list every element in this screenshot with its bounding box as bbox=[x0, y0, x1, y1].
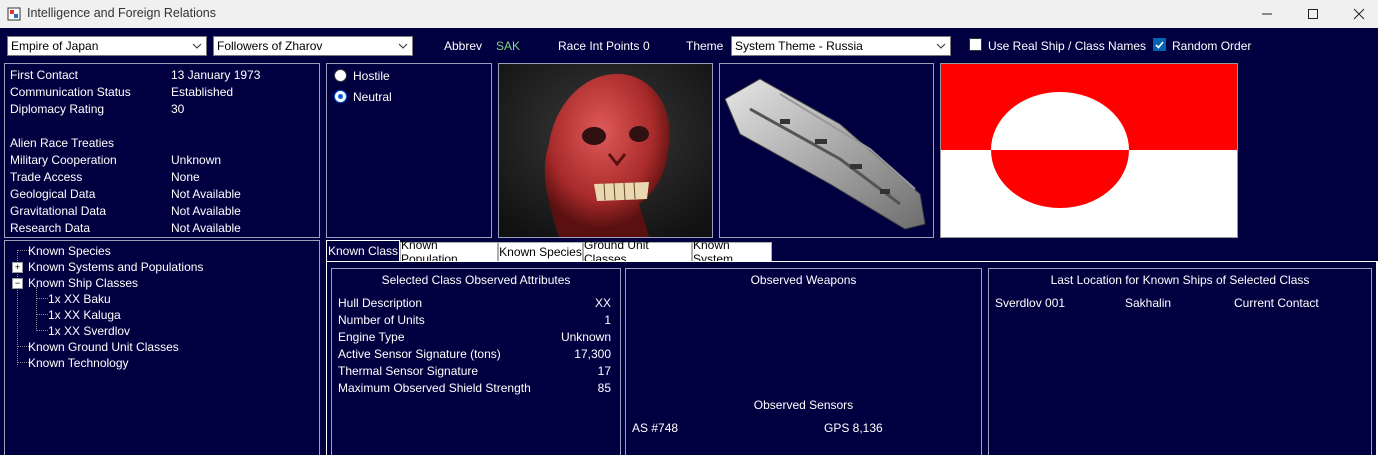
shield-strength-value: 85 bbox=[597, 381, 611, 395]
research-data-label: Research Data bbox=[10, 221, 91, 235]
theme-label: Theme bbox=[686, 39, 724, 53]
diplomacy-rating-value: 30 bbox=[171, 102, 185, 116]
thermal-sensor-signature-value: 17 bbox=[597, 364, 611, 378]
collapse-icon[interactable]: − bbox=[12, 278, 23, 289]
class-attributes-panel: Selected Class Observed Attributes Hull … bbox=[331, 268, 621, 455]
observed-weapons-title: Observed Weapons bbox=[750, 273, 857, 287]
treaties-header: Alien Race Treaties bbox=[10, 136, 115, 150]
tab-known-system[interactable]: Known System bbox=[692, 238, 772, 266]
gravitational-data-label: Gravitational Data bbox=[10, 204, 107, 218]
diplomacy-rating-label: Diplomacy Rating bbox=[10, 102, 105, 116]
race-flag[interactable] bbox=[940, 63, 1238, 238]
flag-image bbox=[941, 64, 1237, 237]
tab-known-class[interactable]: Known Class bbox=[326, 240, 400, 262]
empire-select-value: Empire of Japan bbox=[11, 39, 99, 53]
theme-select-value: System Theme - Russia bbox=[735, 39, 863, 53]
first-contact-label: First Contact bbox=[10, 68, 79, 82]
theme-select[interactable]: System Theme - Russia bbox=[731, 36, 951, 56]
hull-description-label: Hull Description bbox=[338, 296, 423, 310]
maximize-icon bbox=[1308, 9, 1318, 19]
toolbar: Empire of Japan Followers of Zharov Abbr… bbox=[0, 28, 1378, 60]
stance-panel: Hostile Neutral bbox=[326, 63, 492, 238]
minimize-icon bbox=[1262, 13, 1272, 15]
title-bar: Intelligence and Foreign Relations bbox=[0, 0, 1378, 28]
communication-status-value: Established bbox=[171, 85, 234, 99]
window-title: Intelligence and Foreign Relations bbox=[27, 6, 217, 20]
military-cooperation-label: Military Cooperation bbox=[10, 153, 117, 167]
hostile-label: Hostile bbox=[353, 69, 390, 83]
tree-ship-class-sverdlov[interactable]: 1x XX Sverdlov bbox=[48, 324, 130, 338]
race-int-points-label: Race Int Points bbox=[558, 39, 640, 53]
tree-known-species[interactable]: Known Species bbox=[28, 244, 111, 258]
thermal-sensor-signature-label: Thermal Sensor Signature bbox=[338, 364, 479, 378]
communication-status-label: Communication Status bbox=[10, 85, 131, 99]
tree-known-technology[interactable]: Known Technology bbox=[28, 356, 129, 370]
tree-known-ground-units[interactable]: Known Ground Unit Classes bbox=[28, 340, 179, 354]
race-portrait[interactable] bbox=[498, 63, 713, 238]
neutral-radio[interactable] bbox=[334, 90, 347, 103]
chevron-down-icon bbox=[394, 37, 412, 55]
tab-known-population[interactable]: Known Population bbox=[400, 238, 498, 266]
location-system[interactable]: Sakhalin bbox=[1125, 296, 1171, 310]
tree-known-ship-classes[interactable]: Known Ship Classes bbox=[28, 276, 138, 290]
observed-sensors-title: Observed Sensors bbox=[753, 398, 854, 412]
last-location-panel: Last Location for Known Ships of Selecte… bbox=[988, 268, 1372, 455]
abbrev-value[interactable]: SAK bbox=[496, 39, 520, 53]
abbrev-label: Abbrev bbox=[444, 39, 483, 53]
tree-ship-class-baku[interactable]: 1x XX Baku bbox=[48, 292, 111, 306]
use-real-names-label: Use Real Ship / Class Names bbox=[988, 39, 1147, 53]
active-sensor-signature-label: Active Sensor Signature (tons) bbox=[338, 347, 501, 361]
hostile-radio[interactable] bbox=[334, 69, 347, 82]
location-ship-name[interactable]: Sverdlov 001 bbox=[995, 296, 1065, 310]
maximize-button[interactable] bbox=[1290, 0, 1336, 28]
alien-race-select-value: Followers of Zharov bbox=[217, 39, 323, 53]
tab-ground-unit-classes[interactable]: Ground Unit Classes bbox=[583, 238, 692, 266]
use-real-names-checkbox[interactable] bbox=[969, 38, 982, 51]
engine-type-value: Unknown bbox=[560, 330, 611, 344]
empire-select[interactable]: Empire of Japan bbox=[7, 36, 207, 56]
starship-image bbox=[724, 78, 926, 230]
geological-data-label: Geological Data bbox=[10, 187, 96, 201]
class-attributes-title: Selected Class Observed Attributes bbox=[381, 273, 571, 287]
geological-data-value: Not Available bbox=[171, 187, 241, 201]
last-location-title: Last Location for Known Ships of Selecte… bbox=[1050, 273, 1310, 287]
race-int-points-value: 0 bbox=[643, 39, 650, 53]
close-icon bbox=[1353, 8, 1365, 20]
number-of-units-label: Number of Units bbox=[338, 313, 425, 327]
number-of-units-value: 1 bbox=[604, 313, 611, 327]
checkmark-icon bbox=[1155, 41, 1164, 49]
location-status[interactable]: Current Contact bbox=[1234, 296, 1319, 310]
random-order-checkbox[interactable] bbox=[1153, 38, 1166, 51]
tree-known-systems[interactable]: Known Systems and Populations bbox=[28, 260, 203, 274]
ship-image[interactable] bbox=[719, 63, 934, 238]
neutral-label: Neutral bbox=[353, 90, 392, 104]
chevron-down-icon bbox=[188, 37, 206, 55]
tree-ship-class-kaluga[interactable]: 1x XX Kaluga bbox=[48, 308, 121, 322]
trade-access-value: None bbox=[171, 170, 200, 184]
active-sensor-signature-value: 17,300 bbox=[574, 347, 611, 361]
sensor-item: GPS 8,136 bbox=[824, 421, 883, 435]
trade-access-label: Trade Access bbox=[10, 170, 83, 184]
sensor-item: AS #748 bbox=[632, 421, 679, 435]
research-data-value: Not Available bbox=[171, 221, 241, 235]
shield-strength-label: Maximum Observed Shield Strength bbox=[338, 381, 531, 395]
chevron-down-icon bbox=[932, 37, 950, 55]
first-contact-value: 13 January 1973 bbox=[171, 68, 261, 82]
engine-type-label: Engine Type bbox=[338, 330, 405, 344]
weapons-panel: Observed Weapons Observed Sensors AS #74… bbox=[625, 268, 982, 455]
minimize-button[interactable] bbox=[1244, 0, 1290, 28]
military-cooperation-value: Unknown bbox=[171, 153, 222, 167]
tab-known-species[interactable]: Known Species bbox=[498, 242, 583, 262]
random-order-label: Random Order bbox=[1172, 39, 1252, 53]
alien-portrait-image bbox=[499, 64, 712, 237]
expand-icon[interactable]: + bbox=[12, 262, 23, 273]
hull-description-value: XX bbox=[594, 296, 611, 310]
gravitational-data-value: Not Available bbox=[171, 204, 241, 218]
alien-race-select[interactable]: Followers of Zharov bbox=[213, 36, 413, 56]
relations-panel: First Contact 13 January 1973 Communicat… bbox=[4, 63, 320, 238]
app-icon bbox=[7, 7, 21, 21]
intel-tree: Known Species + Known Systems and Popula… bbox=[4, 240, 320, 455]
close-button[interactable] bbox=[1336, 0, 1378, 28]
